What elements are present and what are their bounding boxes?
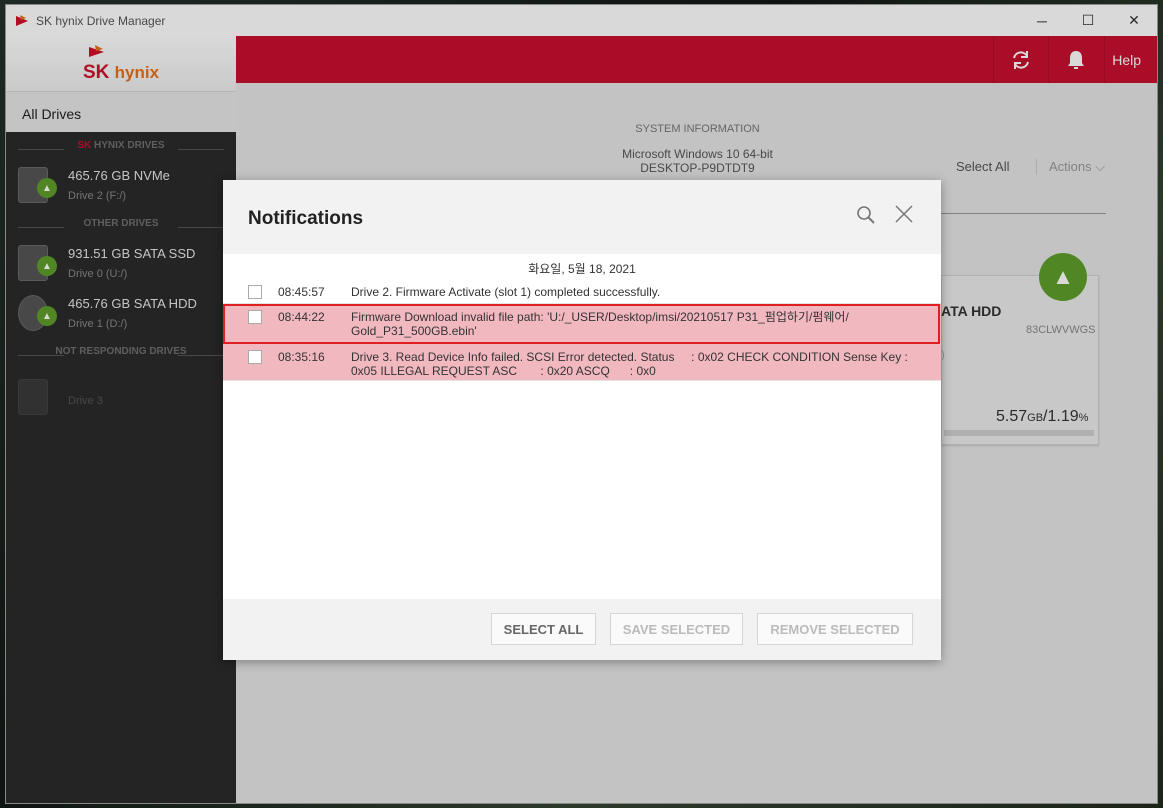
save-selected-button[interactable]: SAVE SELECTED [610, 613, 743, 645]
notification-row[interactable]: 08:45:57 Drive 2. Firmware Activate (slo… [223, 280, 941, 304]
date-group-header: 화요일, 5월 18, 2021 [528, 262, 636, 276]
dialog-header: Notifications [223, 180, 941, 254]
notification-message: Drive 2. Firmware Activate (slot 1) comp… [351, 285, 661, 299]
notification-row[interactable]: 08:35:16 Drive 3. Read Device Info faile… [223, 344, 941, 381]
search-icon[interactable] [855, 204, 877, 226]
row-checkbox[interactable] [248, 350, 262, 364]
notifications-dialog: Notifications 화요일, 5월 18, 2021 08:45:57 … [223, 180, 941, 660]
row-checkbox[interactable] [248, 285, 262, 299]
highlight-annotation [223, 304, 940, 344]
remove-selected-button[interactable]: REMOVE SELECTED [757, 613, 913, 645]
close-icon[interactable] [893, 203, 915, 225]
notification-message: Drive 3. Read Device Info failed. SCSI E… [351, 350, 908, 378]
dialog-title: Notifications [248, 208, 364, 229]
app-window: SK hynix Drive Manager ─ ☐ ✕ SK hynix Al… [5, 4, 1158, 804]
dialog-footer: SELECT ALL SAVE SELECTED REMOVE SELECTED [223, 599, 941, 660]
select-all-button[interactable]: SELECT ALL [491, 613, 596, 645]
notification-time: 08:35:16 [278, 350, 325, 364]
notification-time: 08:45:57 [278, 285, 325, 299]
